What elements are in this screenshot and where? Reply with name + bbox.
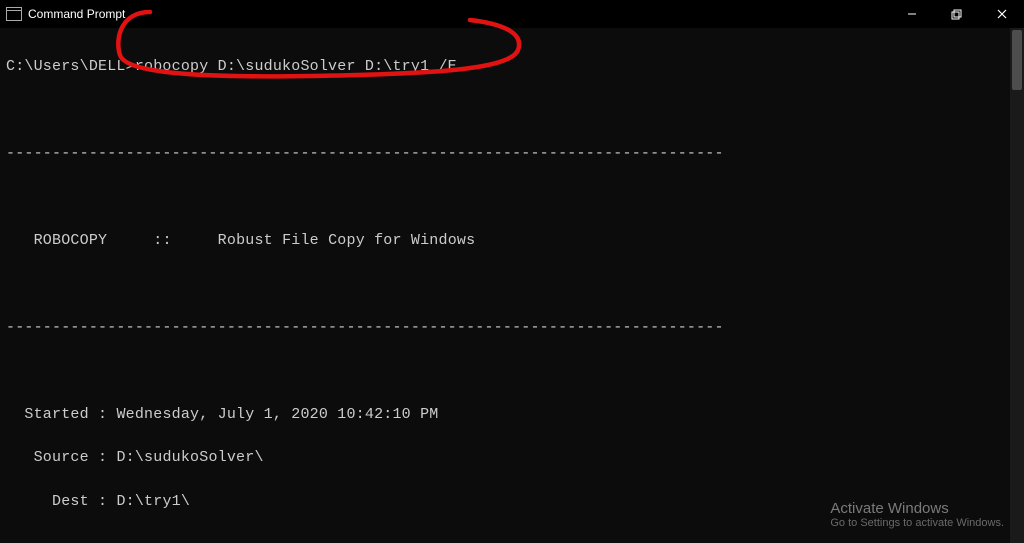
banner-sep: :: (153, 232, 171, 249)
source-value: D:\sudukoSolver\ (116, 449, 263, 466)
vertical-scrollbar[interactable] (1010, 28, 1024, 543)
blank-line (6, 273, 1024, 295)
window-controls (889, 0, 1024, 28)
terminal-output[interactable]: C:\Users\DELL>robocopy D:\sudukoSolver D… (0, 28, 1024, 543)
blank-line (6, 534, 1024, 543)
started-label: Started : (24, 406, 107, 423)
minimize-button[interactable] (889, 0, 934, 28)
info-started: Started : Wednesday, July 1, 2020 10:42:… (6, 404, 1024, 426)
source-label: Source : (34, 449, 108, 466)
dest-value: D:\try1\ (116, 493, 190, 510)
divider: ----------------------------------------… (6, 143, 1024, 165)
prompt-line: C:\Users\DELL>robocopy D:\sudukoSolver D… (6, 56, 1024, 78)
watermark-title: Activate Windows (830, 500, 1004, 517)
prompt-path: C:\Users\DELL> (6, 58, 135, 75)
window-title: Command Prompt (28, 7, 125, 21)
banner-label: ROBOCOPY (34, 232, 108, 249)
activate-windows-watermark: Activate Windows Go to Settings to activ… (830, 500, 1004, 529)
banner-desc: Robust File Copy for Windows (218, 232, 476, 249)
divider: ----------------------------------------… (6, 317, 1024, 339)
dest-label: Dest : (52, 493, 107, 510)
scrollbar-thumb[interactable] (1012, 30, 1022, 90)
robocopy-banner: ROBOCOPY :: Robust File Copy for Windows (6, 230, 1024, 252)
maximize-button[interactable] (934, 0, 979, 28)
info-source: Source : D:\sudukoSolver\ (6, 447, 1024, 469)
started-value: Wednesday, July 1, 2020 10:42:10 PM (116, 406, 438, 423)
close-button[interactable] (979, 0, 1024, 28)
prompt-command: robocopy D:\sudukoSolver D:\try1 /E (135, 58, 457, 75)
blank-line (6, 186, 1024, 208)
cmd-icon (6, 7, 22, 21)
window-titlebar: Command Prompt (0, 0, 1024, 28)
blank-line (6, 360, 1024, 382)
blank-line (6, 99, 1024, 121)
watermark-sub: Go to Settings to activate Windows. (830, 517, 1004, 529)
